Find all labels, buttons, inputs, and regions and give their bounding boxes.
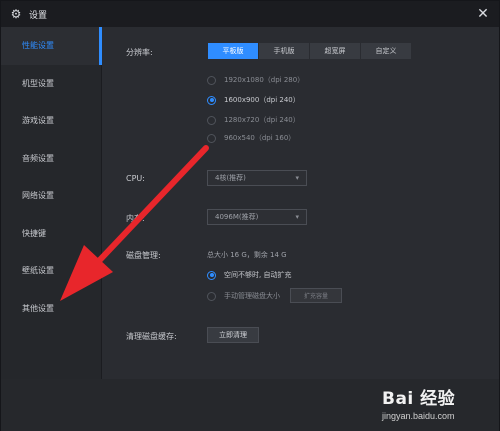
sidebar-item-performance[interactable]: 性能设置 xyxy=(1,27,102,65)
chevron-down-icon: ▾ xyxy=(295,213,299,221)
disk-option-manual[interactable]: 手动管理磁盘大小 xyxy=(207,291,280,301)
sidebar-item-shortcuts[interactable]: 快捷键 xyxy=(1,215,101,253)
cpu-label: CPU: xyxy=(126,174,145,183)
chevron-down-icon: ▾ xyxy=(295,174,299,182)
resolution-option-label: 1600x900（dpi 240） xyxy=(224,96,300,104)
sidebar-item-label: 机型设置 xyxy=(22,78,54,88)
radio-button[interactable] xyxy=(207,115,216,125)
radio-button-checked[interactable] xyxy=(207,95,216,105)
cache-label: 清理磁盘缓存: xyxy=(126,332,177,341)
resolution-option-1280[interactable]: 1280x720（dpi 240） xyxy=(207,115,300,125)
radio-button[interactable] xyxy=(207,291,216,301)
cpu-select-value: 4核(推荐) xyxy=(215,174,246,182)
resolution-option-label: 1920x1080（dpi 280） xyxy=(224,76,305,84)
sidebar-item-other[interactable]: 其他设置 xyxy=(1,290,101,328)
tab-custom[interactable]: 自定义 xyxy=(361,43,411,59)
title-bar: ⚙ 设置 ✕ xyxy=(1,1,499,27)
resolution-option-label: 960x540（dpi 160） xyxy=(224,134,296,142)
resolution-label: 分辨率: xyxy=(126,48,153,57)
tab-phone[interactable]: 手机版 xyxy=(259,43,309,59)
sidebar-item-label: 其他设置 xyxy=(22,303,54,313)
sidebar-item-label: 游戏设置 xyxy=(22,116,54,126)
gear-icon: ⚙ xyxy=(10,7,22,21)
disk-option-label: 手动管理磁盘大小 xyxy=(224,292,280,300)
sidebar-item-game[interactable]: 游戏设置 xyxy=(1,102,101,140)
memory-select[interactable]: 4096M(推荐) ▾ xyxy=(207,209,307,225)
disk-option-label: 空间不够时, 自动扩充 xyxy=(224,271,292,279)
watermark-logo: Bai 经验 xyxy=(382,389,456,409)
cpu-select[interactable]: 4核(推荐) ▾ xyxy=(207,170,307,186)
resolution-tabs: 平板版 手机版 超宽屏 自定义 xyxy=(208,43,412,59)
resolution-option-1920[interactable]: 1920x1080（dpi 280） xyxy=(207,75,304,85)
sidebar-item-device-model[interactable]: 机型设置 xyxy=(1,65,101,103)
sidebar-item-network[interactable]: 网络设置 xyxy=(1,177,101,215)
memory-select-value: 4096M(推荐) xyxy=(215,213,259,221)
clean-now-button[interactable]: 立即清理 xyxy=(207,327,259,343)
resolution-option-960[interactable]: 960x540（dpi 160） xyxy=(207,133,295,143)
tab-tablet[interactable]: 平板版 xyxy=(208,43,258,59)
close-icon: ✕ xyxy=(477,6,489,22)
radio-button[interactable] xyxy=(207,75,216,85)
disk-size-info: 总大小 16 G，剩余 14 G xyxy=(207,251,287,259)
window-title: 设置 xyxy=(29,10,48,21)
sidebar-item-label: 快捷键 xyxy=(22,228,46,238)
close-button[interactable]: ✕ xyxy=(475,6,491,22)
sidebar-item-label: 性能设置 xyxy=(22,41,54,51)
resolution-option-label: 1280x720（dpi 240） xyxy=(224,116,300,124)
disk-option-auto[interactable]: 空间不够时, 自动扩充 xyxy=(207,270,291,280)
expand-capacity-button[interactable]: 扩充容量 xyxy=(290,288,342,303)
resolution-option-1600[interactable]: 1600x900（dpi 240） xyxy=(207,95,300,105)
sidebar-item-label: 壁纸设置 xyxy=(22,266,54,276)
radio-button[interactable] xyxy=(207,133,216,143)
memory-label: 内存: xyxy=(126,214,145,223)
sidebar-item-label: 网络设置 xyxy=(22,191,54,201)
sidebar-item-audio[interactable]: 音频设置 xyxy=(1,140,101,178)
tab-ultrawide[interactable]: 超宽屏 xyxy=(310,43,360,59)
radio-button-checked[interactable] xyxy=(207,270,216,280)
sidebar-item-wallpaper[interactable]: 壁纸设置 xyxy=(1,252,101,290)
sidebar-item-label: 音频设置 xyxy=(22,153,54,163)
baidu-watermark: Bai 经验 jingyan.baidu.com xyxy=(382,384,492,426)
disk-label: 磁盘管理: xyxy=(126,251,161,260)
watermark-url: jingyan.baidu.com xyxy=(382,411,455,421)
sidebar: 性能设置 机型设置 游戏设置 音频设置 网络设置 快捷键 壁纸设置 其他设置 xyxy=(1,27,102,379)
